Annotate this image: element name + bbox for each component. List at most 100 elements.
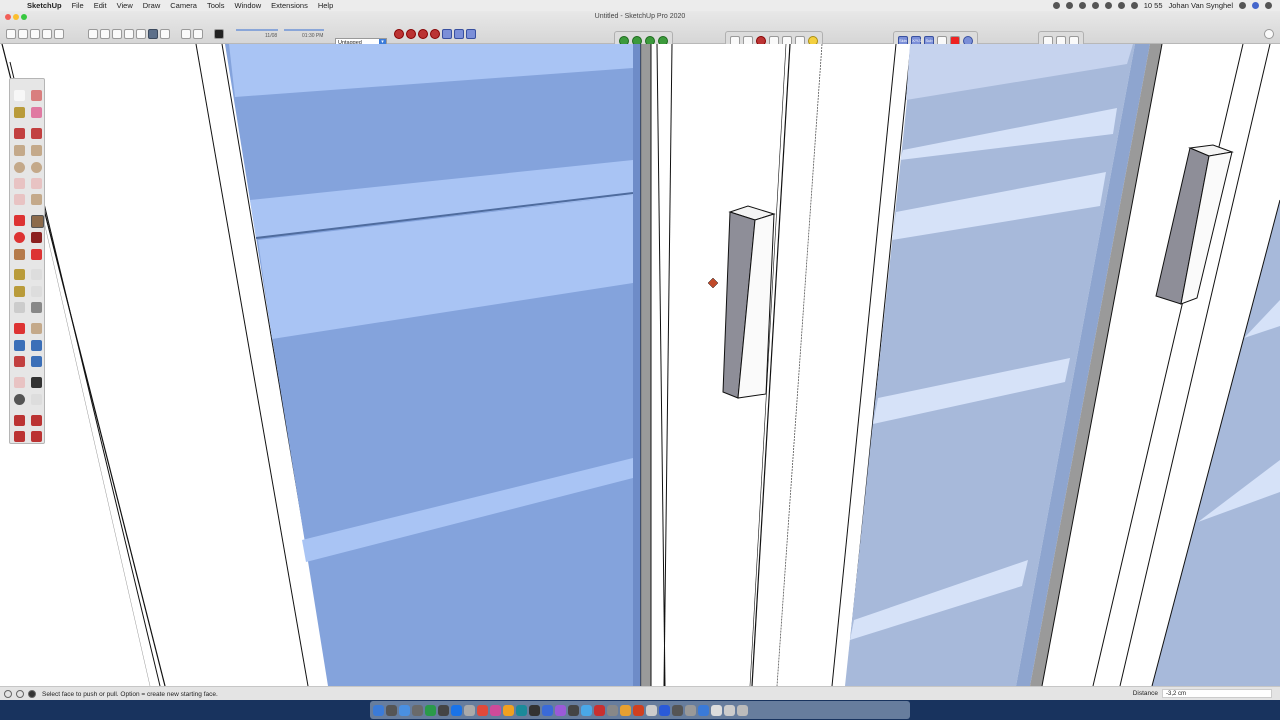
zoom-extents-icon[interactable] xyxy=(14,356,25,367)
menu-extensions[interactable]: Extensions xyxy=(266,1,313,10)
polygon-tool-icon[interactable] xyxy=(31,162,42,173)
axes-tool-icon[interactable] xyxy=(14,302,25,313)
zoom-window-icon[interactable] xyxy=(31,340,42,351)
textured-style-icon[interactable] xyxy=(136,29,146,39)
paint-bucket-icon[interactable] xyxy=(31,90,42,101)
finder-icon[interactable] xyxy=(373,704,384,716)
time-machine-icon[interactable] xyxy=(1078,2,1086,9)
xray-style-icon[interactable] xyxy=(88,29,98,39)
scale-tool-icon[interactable] xyxy=(14,249,25,260)
plugin-cube-icon-3[interactable] xyxy=(466,29,476,39)
siri-dock-icon[interactable] xyxy=(386,704,397,716)
mail-icon[interactable] xyxy=(412,704,423,716)
menu-help[interactable]: Help xyxy=(313,1,338,10)
back-edges-icon[interactable] xyxy=(160,29,170,39)
app-icon-4[interactable] xyxy=(633,704,644,716)
position-camera-icon[interactable] xyxy=(14,377,25,388)
recent-folder-icon[interactable] xyxy=(724,704,735,716)
rectangle-tool-icon[interactable] xyxy=(14,145,25,156)
plugin-cube-icon-2[interactable] xyxy=(454,29,464,39)
rotated-rectangle-icon[interactable] xyxy=(31,145,42,156)
section-plane-icon[interactable] xyxy=(31,394,42,405)
walk-tool-icon[interactable] xyxy=(31,377,42,388)
battery-icon[interactable] xyxy=(1130,2,1138,9)
photos-icon[interactable] xyxy=(438,704,449,716)
downloads-folder-icon[interactable] xyxy=(698,704,709,716)
plugin-ruby-icon-4[interactable] xyxy=(430,29,440,39)
preview-icon[interactable] xyxy=(464,704,475,716)
shadow-date-slider[interactable] xyxy=(236,29,278,31)
display-icon[interactable] xyxy=(1065,2,1073,9)
menubar-clock[interactable]: 10 55 xyxy=(1144,1,1163,10)
text-tool-icon[interactable] xyxy=(31,286,42,297)
monochrome-style-icon[interactable] xyxy=(148,29,158,39)
app-icon-6[interactable] xyxy=(672,704,683,716)
sandbox-from-scratch-icon[interactable] xyxy=(31,415,42,426)
protractor-icon[interactable] xyxy=(14,286,25,297)
spotlight-icon[interactable] xyxy=(1239,2,1246,9)
component-icon[interactable] xyxy=(14,107,25,118)
stamp-tool-icon[interactable] xyxy=(31,431,42,442)
move-tool-icon[interactable] xyxy=(14,215,25,226)
pie-tool-icon[interactable] xyxy=(31,194,42,205)
messages-icon[interactable] xyxy=(425,704,436,716)
menubar-user[interactable]: Johan Van Synghel xyxy=(1169,1,1234,10)
look-around-icon[interactable] xyxy=(14,394,25,405)
itunes-icon[interactable] xyxy=(490,704,501,716)
line-tool-icon[interactable] xyxy=(14,128,25,139)
circle-tool-icon[interactable] xyxy=(14,162,25,173)
instructor-icon[interactable] xyxy=(28,690,36,698)
zoom-app-icon[interactable] xyxy=(659,704,670,716)
app-icon-5[interactable] xyxy=(646,704,657,716)
tape-measure-icon[interactable] xyxy=(14,269,25,280)
select-tool-icon[interactable] xyxy=(14,90,25,101)
home-icon[interactable] xyxy=(18,29,28,39)
vcb-value-field[interactable]: -3,2 cm xyxy=(1162,689,1272,698)
orbit-tool-icon[interactable] xyxy=(14,323,25,334)
menu-app-name[interactable]: SketchUp xyxy=(22,1,67,10)
menu-camera[interactable]: Camera xyxy=(165,1,202,10)
plugin-ruby-icon-3[interactable] xyxy=(418,29,428,39)
print-icon[interactable] xyxy=(42,29,52,39)
wireframe-style-icon[interactable] xyxy=(100,29,110,39)
dimension-tool-icon[interactable] xyxy=(31,269,42,280)
chrome-icon[interactable] xyxy=(477,704,488,716)
safari-icon[interactable] xyxy=(399,704,410,716)
notification-center-icon[interactable] xyxy=(1265,2,1272,9)
offset-tool-icon[interactable] xyxy=(31,249,42,260)
notes-icon[interactable] xyxy=(516,704,527,716)
menu-window[interactable]: Window xyxy=(229,1,266,10)
siri-icon[interactable] xyxy=(1252,2,1259,9)
menu-file[interactable]: File xyxy=(67,1,89,10)
app-icon-3[interactable] xyxy=(620,704,631,716)
shadow-time-slider[interactable] xyxy=(284,29,324,31)
plugin-ruby-icon-2[interactable] xyxy=(406,29,416,39)
record-icon[interactable] xyxy=(1052,2,1060,9)
modeling-viewport[interactable] xyxy=(0,44,1280,686)
teams-icon[interactable] xyxy=(542,704,553,716)
smoove-tool-icon[interactable] xyxy=(14,431,25,442)
menu-view[interactable]: View xyxy=(112,1,138,10)
volume-icon[interactable] xyxy=(1117,2,1125,9)
three-point-arc-icon[interactable] xyxy=(14,194,25,205)
push-pull-tool-icon[interactable] xyxy=(31,215,44,228)
trash-icon[interactable] xyxy=(737,704,748,716)
geo-location-icon[interactable] xyxy=(4,690,12,698)
app-icon-1[interactable] xyxy=(581,704,592,716)
sketchup-icon[interactable] xyxy=(594,704,605,716)
pan-tool-icon[interactable] xyxy=(31,323,42,334)
rotate-tool-icon[interactable] xyxy=(14,232,25,243)
undo-icon[interactable] xyxy=(181,29,191,39)
bluetooth-icon[interactable] xyxy=(1091,2,1099,9)
launchpad-icon[interactable] xyxy=(685,704,696,716)
menu-edit[interactable]: Edit xyxy=(89,1,112,10)
eraser-tool-icon[interactable] xyxy=(31,107,42,118)
documents-folder-icon[interactable] xyxy=(711,704,722,716)
arc-tool-icon[interactable] xyxy=(14,178,25,189)
sandbox-from-contours-icon[interactable] xyxy=(14,415,25,426)
app-icon-2[interactable] xyxy=(607,704,618,716)
app-store-icon[interactable] xyxy=(451,704,462,716)
plugin-ruby-icon-1[interactable] xyxy=(394,29,404,39)
wifi-icon[interactable] xyxy=(1104,2,1112,9)
redo-icon[interactable] xyxy=(193,29,203,39)
